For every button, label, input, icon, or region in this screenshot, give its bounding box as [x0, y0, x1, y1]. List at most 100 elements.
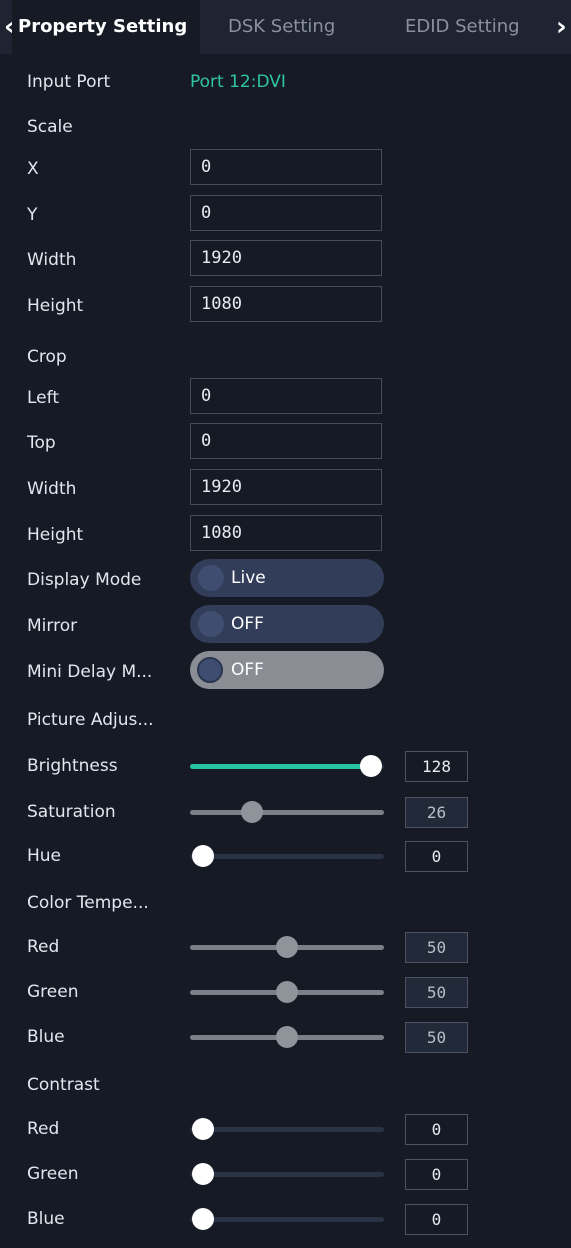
ct-blue-slider[interactable]: [190, 1026, 384, 1050]
input-port-row: Input Port Port 12:DVI: [0, 70, 571, 98]
slider-thumb[interactable]: [240, 801, 263, 823]
input-port-value: Port 12:DVI: [190, 72, 286, 92]
toggle-knob: [198, 611, 224, 637]
ct-green-slider[interactable]: [190, 981, 384, 1005]
slider-track: [190, 1127, 384, 1132]
ct-red-label: Red: [27, 937, 60, 957]
slider-thumb[interactable]: [192, 1208, 214, 1230]
contrast-green-slider[interactable]: [190, 1163, 384, 1187]
color-temperature-section-title: Color Tempe...: [27, 893, 149, 913]
slider-track: [190, 810, 384, 815]
brightness-slider[interactable]: [190, 755, 384, 779]
crop-height-row: Height 1080: [0, 515, 571, 551]
saturation-value-box[interactable]: 26: [405, 797, 468, 828]
scale-section: Scale: [0, 117, 571, 145]
scale-height-label: Height: [27, 296, 84, 316]
scale-height-input[interactable]: 1080: [190, 286, 382, 322]
mirror-value: OFF: [231, 614, 264, 634]
scale-x-label: X: [27, 159, 39, 179]
mirror-toggle[interactable]: OFF: [190, 605, 384, 643]
contrast-red-row: Red 0: [0, 1114, 571, 1146]
slider-thumb[interactable]: [192, 1163, 214, 1185]
scale-section-title: Scale: [27, 117, 73, 137]
slider-thumb[interactable]: [360, 755, 382, 777]
slider-track: [190, 1217, 384, 1222]
contrast-red-value-box[interactable]: 0: [405, 1114, 468, 1145]
slider-thumb[interactable]: [276, 1026, 298, 1048]
crop-width-input[interactable]: 1920: [190, 469, 382, 505]
crop-top-label: Top: [27, 433, 56, 453]
scale-x-row: X 0: [0, 149, 571, 185]
hue-value-box[interactable]: 0: [405, 841, 468, 872]
crop-top-input[interactable]: 0: [190, 423, 382, 459]
brightness-value-box[interactable]: 128: [405, 751, 468, 782]
display-mode-value: Live: [231, 568, 266, 588]
ct-red-value-box[interactable]: 50: [405, 932, 468, 963]
color-temperature-section: Color Tempe...: [0, 893, 571, 921]
scale-width-input[interactable]: 1920: [190, 240, 382, 276]
crop-left-input[interactable]: 0: [190, 378, 382, 414]
mini-delay-label: Mini Delay M...: [27, 662, 153, 682]
crop-width-label: Width: [27, 479, 77, 499]
display-mode-toggle[interactable]: Live: [190, 559, 384, 597]
slider-thumb[interactable]: [276, 981, 298, 1003]
chevron-right-icon[interactable]: ›: [556, 0, 567, 54]
ct-blue-row: Blue 50: [0, 1022, 571, 1054]
hue-slider[interactable]: [190, 845, 384, 869]
contrast-green-label: Green: [27, 1164, 79, 1184]
contrast-red-label: Red: [27, 1119, 60, 1139]
slider-track: [190, 1172, 384, 1177]
ct-green-row: Green 50: [0, 977, 571, 1009]
picture-adjust-section: Picture Adjus...: [0, 710, 571, 738]
saturation-slider[interactable]: [190, 801, 384, 825]
ct-blue-label: Blue: [27, 1027, 65, 1047]
scale-x-input[interactable]: 0: [190, 149, 382, 185]
display-mode-row: Display Mode Live: [0, 559, 571, 597]
tab-edid-setting[interactable]: EDID Setting: [405, 0, 545, 54]
saturation-row: Saturation 26: [0, 797, 571, 829]
scale-y-input[interactable]: 0: [190, 195, 382, 231]
mini-delay-toggle[interactable]: OFF: [190, 651, 384, 689]
crop-left-row: Left 0: [0, 378, 571, 414]
slider-track: [190, 854, 384, 859]
ct-blue-value-box[interactable]: 50: [405, 1022, 468, 1053]
ct-red-slider[interactable]: [190, 936, 384, 960]
display-mode-label: Display Mode: [27, 570, 142, 590]
tab-dsk-setting[interactable]: DSK Setting: [228, 0, 368, 54]
tab-property-setting[interactable]: Property Setting: [12, 0, 200, 54]
contrast-green-value-box[interactable]: 0: [405, 1159, 468, 1190]
crop-section: Crop: [0, 347, 571, 375]
hue-label: Hue: [27, 846, 62, 866]
slider-thumb[interactable]: [276, 936, 298, 958]
contrast-green-row: Green 0: [0, 1159, 571, 1191]
hue-row: Hue 0: [0, 841, 571, 873]
crop-height-input[interactable]: 1080: [190, 515, 382, 551]
crop-height-label: Height: [27, 525, 84, 545]
brightness-label: Brightness: [27, 756, 118, 776]
contrast-blue-value-box[interactable]: 0: [405, 1204, 468, 1235]
crop-section-title: Crop: [27, 347, 67, 367]
ct-green-value-box[interactable]: 50: [405, 977, 468, 1008]
mirror-row: Mirror OFF: [0, 605, 571, 643]
crop-width-row: Width 1920: [0, 469, 571, 505]
contrast-blue-row: Blue 0: [0, 1204, 571, 1236]
contrast-blue-label: Blue: [27, 1209, 65, 1229]
scale-height-row: Height 1080: [0, 286, 571, 322]
slider-thumb[interactable]: [192, 1118, 214, 1140]
slider-fill: [190, 764, 371, 769]
contrast-section-title: Contrast: [27, 1075, 100, 1095]
mirror-label: Mirror: [27, 616, 78, 636]
contrast-blue-slider[interactable]: [190, 1208, 384, 1232]
crop-top-row: Top 0: [0, 423, 571, 459]
scale-y-row: Y 0: [0, 195, 571, 231]
mini-delay-value: OFF: [231, 660, 264, 680]
contrast-section: Contrast: [0, 1075, 571, 1103]
scale-width-label: Width: [27, 250, 77, 270]
mini-delay-row: Mini Delay M... OFF: [0, 651, 571, 689]
ct-green-label: Green: [27, 982, 79, 1002]
contrast-red-slider[interactable]: [190, 1118, 384, 1142]
picture-adjust-section-title: Picture Adjus...: [27, 710, 154, 730]
brightness-row: Brightness 128: [0, 751, 571, 783]
toggle-knob: [198, 565, 224, 591]
slider-thumb[interactable]: [192, 845, 214, 867]
